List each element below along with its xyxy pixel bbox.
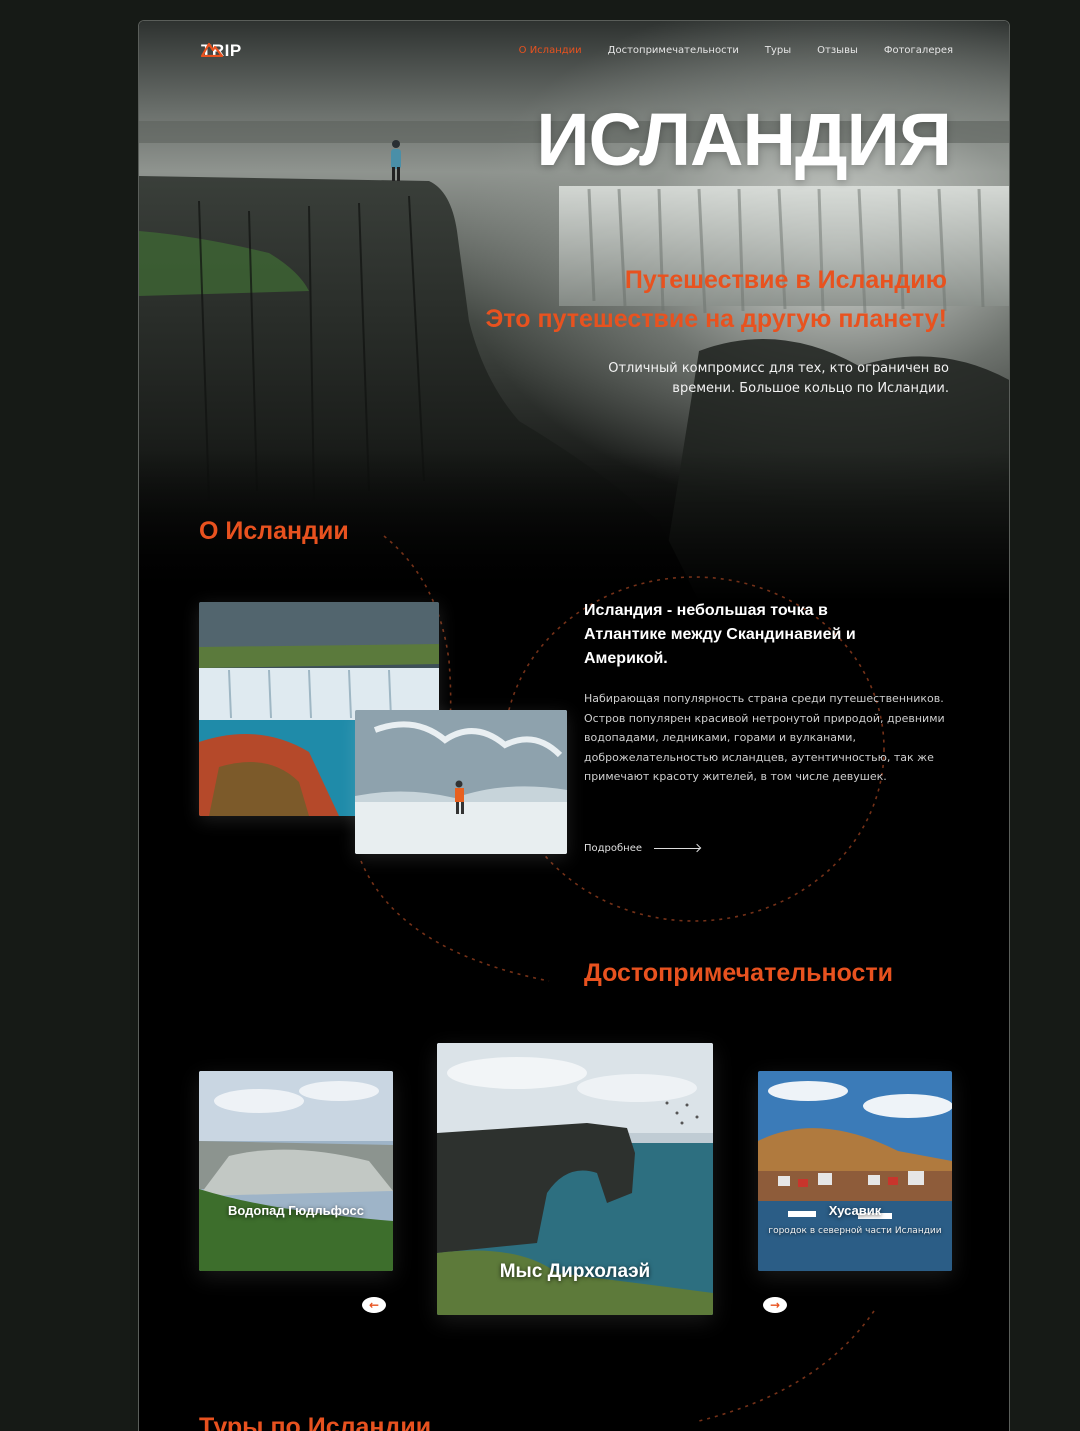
- hero-description: Отличный компромисс для тех, кто огранич…: [608, 361, 949, 396]
- sights-section-title: Достопримечательности: [584, 959, 894, 987]
- sight-card-caption: городок в северной части Исландии: [768, 1226, 942, 1236]
- arrow-left-icon: ←: [368, 1298, 380, 1312]
- hero-title: ИСЛАНДИЯ: [536, 98, 952, 181]
- hero-subtitle-line2: Это путешествие на другую планету!: [485, 305, 947, 333]
- arrow-right-icon: [654, 848, 701, 849]
- nav-item-about[interactable]: О Исландии: [519, 45, 582, 56]
- sight-card-title: Хусавик: [828, 1203, 882, 1218]
- more-link[interactable]: Подробнее: [584, 843, 701, 854]
- about-text: Набирающая популярность страна среди пут…: [584, 692, 945, 783]
- more-link-label: Подробнее: [584, 843, 643, 854]
- carousel-next-button[interactable]: →: [763, 1297, 787, 1313]
- gullfoss-photo: [199, 1071, 393, 1271]
- nav-item-reviews[interactable]: Отзывы: [817, 45, 858, 56]
- top-navigation: TRIP О Исландии Достопримечательности Ту…: [139, 21, 1009, 81]
- sight-card-dyrholaey[interactable]: Мыс Дирхолаэй: [437, 1043, 713, 1315]
- hero-subtitle-line1: Путешествие в Исландию: [624, 266, 947, 294]
- nav-menu: О Исландии Достопримечательности Туры От…: [519, 45, 953, 56]
- page-frame: TRIP О Исландии Достопримечательности Ту…: [138, 20, 1010, 1431]
- sight-card-title: Мыс Дирхолаэй: [499, 1261, 651, 1282]
- carousel-prev-button[interactable]: ←: [362, 1297, 386, 1313]
- tours-section-title: Туры по Исландии: [199, 1413, 432, 1431]
- sight-card-gullfoss[interactable]: Водопад Гюдльфосс: [199, 1071, 393, 1271]
- arrow-right-icon: →: [769, 1298, 781, 1312]
- nav-item-sights[interactable]: Достопримечательности: [608, 45, 739, 56]
- logo[interactable]: TRIP: [201, 41, 242, 61]
- sight-card-title: Водопад Гюдльфосс: [227, 1203, 365, 1218]
- about-heading: Исландия - небольшая точка в Атлантике м…: [584, 602, 856, 667]
- mountain-logo-icon: [201, 42, 223, 57]
- nav-item-tours[interactable]: Туры: [765, 45, 791, 56]
- hero-section: TRIP О Исландии Достопримечательности Ту…: [139, 21, 1009, 601]
- sight-card-husavik[interactable]: Хусавик городок в северной части Исланди…: [758, 1071, 952, 1271]
- about-section-title: О Исландии: [199, 517, 349, 545]
- glacier-photo: [355, 710, 567, 854]
- husavik-photo: [758, 1071, 952, 1271]
- nav-item-gallery[interactable]: Фотогалерея: [884, 45, 953, 56]
